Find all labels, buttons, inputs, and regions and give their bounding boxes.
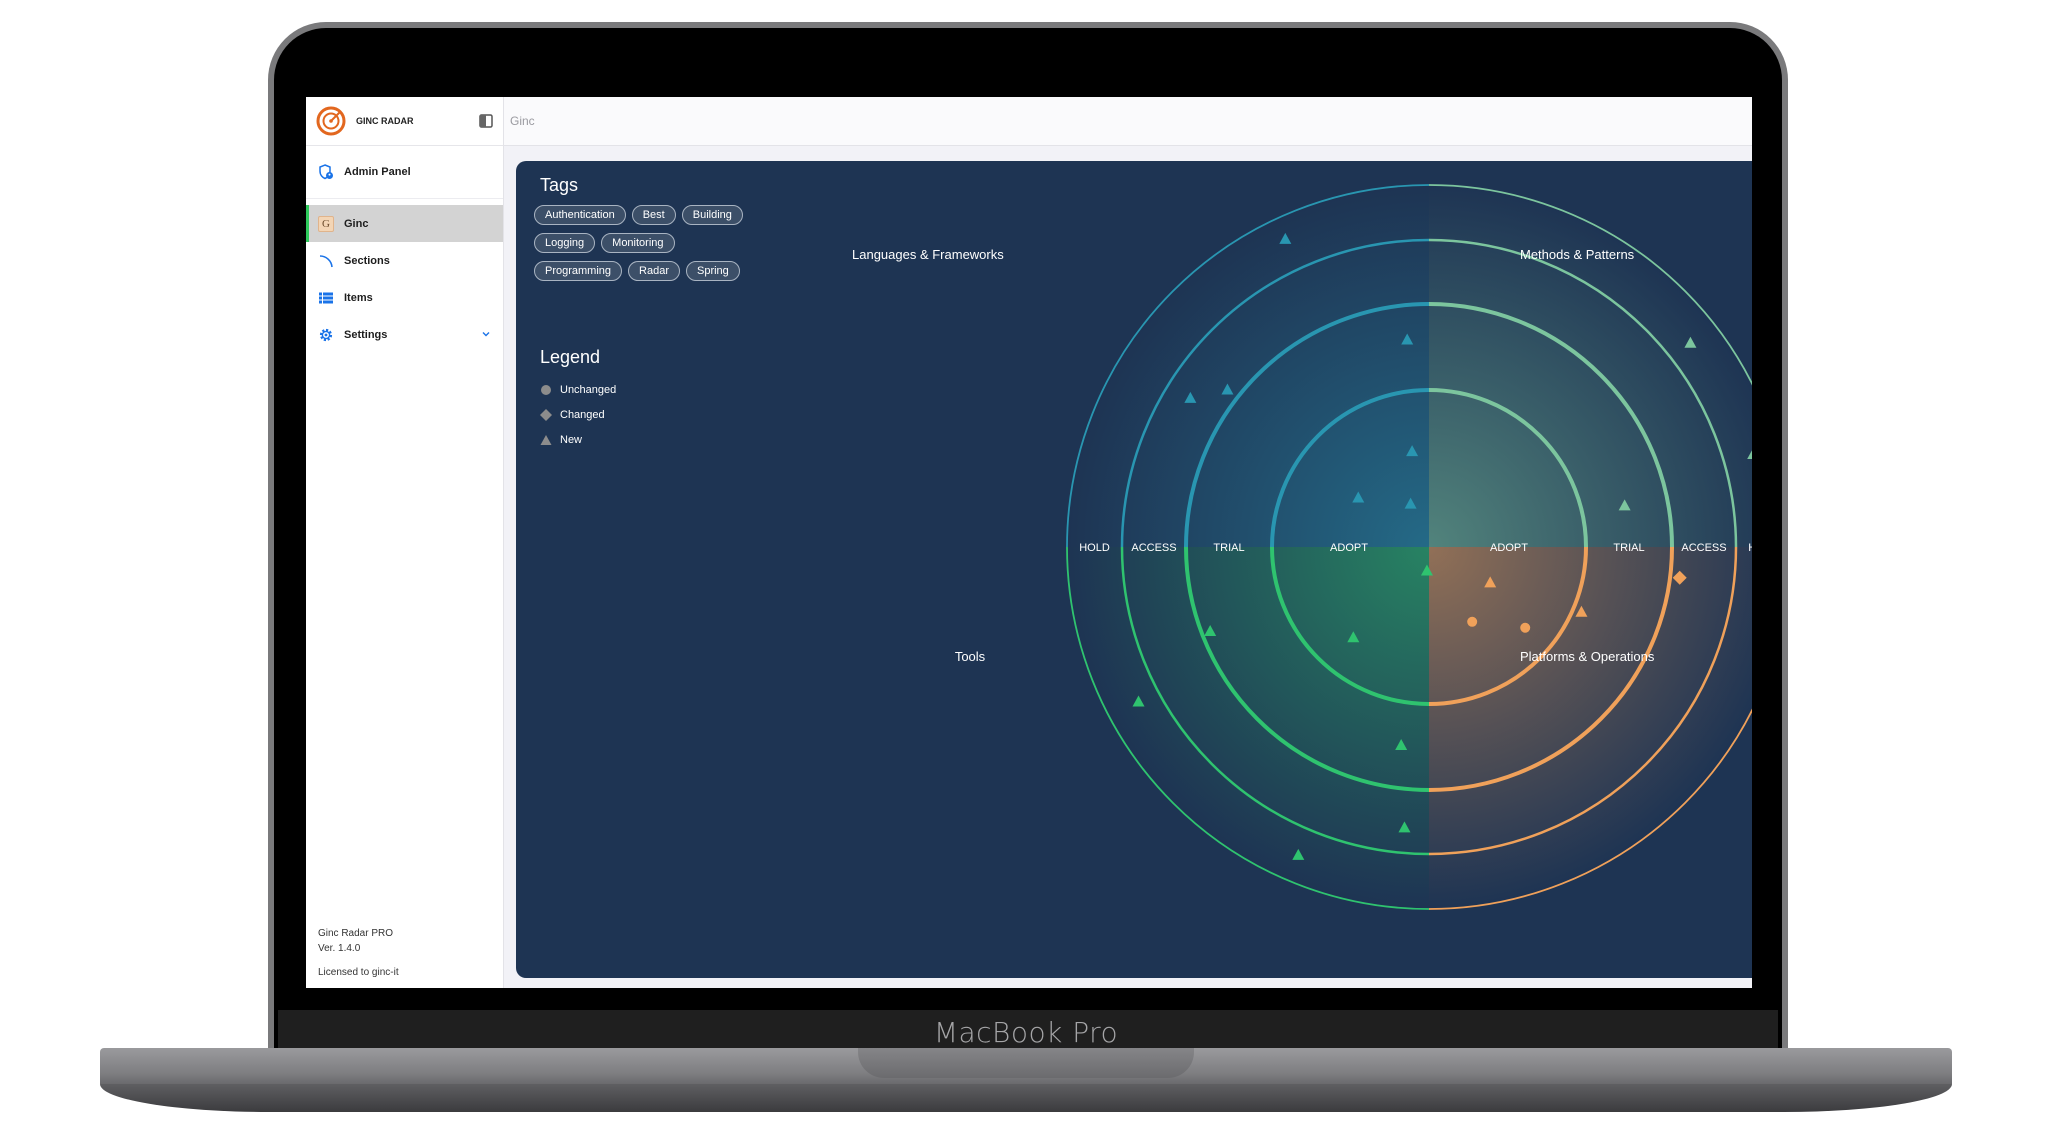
blip-unchanged[interactable]: [1467, 616, 1478, 627]
tag-chip[interactable]: Radar: [628, 261, 680, 281]
tags-list: Authentication Best Building Logging Mon…: [534, 205, 754, 281]
tag-chip[interactable]: Logging: [534, 233, 596, 253]
sidebar-item-ginc[interactable]: G Ginc: [306, 205, 503, 242]
sidebar-item-admin-panel[interactable]: Admin Panel: [306, 146, 503, 199]
quadrant-title: Tools: [955, 649, 986, 664]
chevron-down-icon[interactable]: [481, 329, 491, 339]
license-text: Licensed to ginc-it: [318, 967, 399, 978]
ring-label: TRIAL: [1613, 542, 1644, 554]
quadrant-title: Platforms & Operations: [1520, 649, 1655, 664]
sidebar-item-sections[interactable]: Sections: [306, 242, 503, 279]
blip-unchanged[interactable]: [1520, 622, 1531, 633]
ring-label: ACCESS: [1681, 542, 1726, 554]
breadcrumb[interactable]: Ginc: [510, 114, 535, 128]
shield-user-icon: [318, 164, 334, 180]
laptop-notch: [858, 1048, 1194, 1078]
product-version: Ver. 1.4.0: [318, 943, 361, 954]
sidebar-item-label: Admin Panel: [344, 166, 411, 178]
app-screen: GINC RADAR Admin Panel G Ginc Sections I…: [306, 97, 1752, 988]
ginc-badge-icon: G: [318, 215, 334, 232]
radar-chart: ADOPT ADOPT TRIAL TRIAL ACCESS ACCESS HOLD HOLD…: [852, 184, 1752, 910]
sidebar-item-label: Ginc: [344, 217, 369, 230]
sidebar-item-label: Items: [344, 291, 373, 304]
ring-label: ADOPT: [1330, 542, 1368, 554]
legend-item-changed: Changed: [540, 402, 616, 427]
topbar: Ginc: [504, 97, 1752, 146]
quadrant-title: Languages & Frameworks: [852, 247, 1004, 262]
legend-item-unchanged: Unchanged: [540, 377, 616, 402]
ring-label: ADOPT: [1490, 542, 1528, 554]
product-name: Ginc Radar PRO: [318, 928, 394, 939]
quadrant-title: Methods & Patterns: [1520, 247, 1635, 262]
tag-chip[interactable]: Building: [681, 205, 743, 225]
quadrant-area: [1067, 547, 1429, 909]
radar-panel: ADOPT ADOPT TRIAL TRIAL ACCESS ACCESS HOLD HOLD…: [516, 161, 1752, 978]
legend-title: Legend: [540, 347, 601, 367]
sidebar: GINC RADAR Admin Panel G Ginc Sections I…: [306, 97, 504, 988]
sidebar-footer: Ginc Radar PRO Ver. 1.4.0 Licensed to gi…: [318, 926, 399, 980]
tag-chip[interactable]: Spring: [686, 261, 740, 281]
ring-label: ACCESS: [1131, 542, 1176, 554]
device-label: MacBook Pro: [933, 1016, 1119, 1049]
tag-chip[interactable]: Best: [631, 205, 676, 225]
ring-label: TRIAL: [1213, 542, 1244, 554]
diamond-icon: [540, 408, 552, 421]
sidebar-item-label: Sections: [344, 254, 390, 267]
circle-icon: [541, 384, 551, 395]
list-icon: [318, 290, 334, 306]
tag-chip[interactable]: Authentication: [534, 205, 626, 225]
brand-name: GINC RADAR: [356, 116, 414, 126]
sidebar-header: GINC RADAR: [306, 97, 503, 146]
radar-logo-icon: [316, 106, 346, 136]
tags-title: Tags: [540, 175, 579, 195]
sidebar-item-settings[interactable]: Settings: [306, 316, 503, 353]
gear-icon: [318, 327, 334, 343]
legend: Unchanged Changed New: [540, 377, 616, 452]
ring-label: HOLD: [1079, 542, 1110, 554]
sidebar-item-items[interactable]: Items: [306, 279, 503, 316]
quadrant-area: [1067, 185, 1429, 547]
legend-item-new: New: [540, 427, 616, 452]
laptop-base-lower: [100, 1084, 1952, 1112]
tag-chip[interactable]: Monitoring: [601, 233, 675, 253]
triangle-icon: [540, 434, 552, 445]
tag-chip[interactable]: Programming: [534, 261, 623, 281]
arc-icon: [318, 253, 334, 269]
main-area: Ginc ADOPT ADOPT TRIAL TRIAL ACCESS ACCESS HOL…: [504, 97, 1752, 988]
ring-label: HOLD: [1748, 542, 1752, 554]
sidebar-toggle-icon[interactable]: [479, 114, 493, 128]
sidebar-item-label: Settings: [344, 328, 388, 341]
